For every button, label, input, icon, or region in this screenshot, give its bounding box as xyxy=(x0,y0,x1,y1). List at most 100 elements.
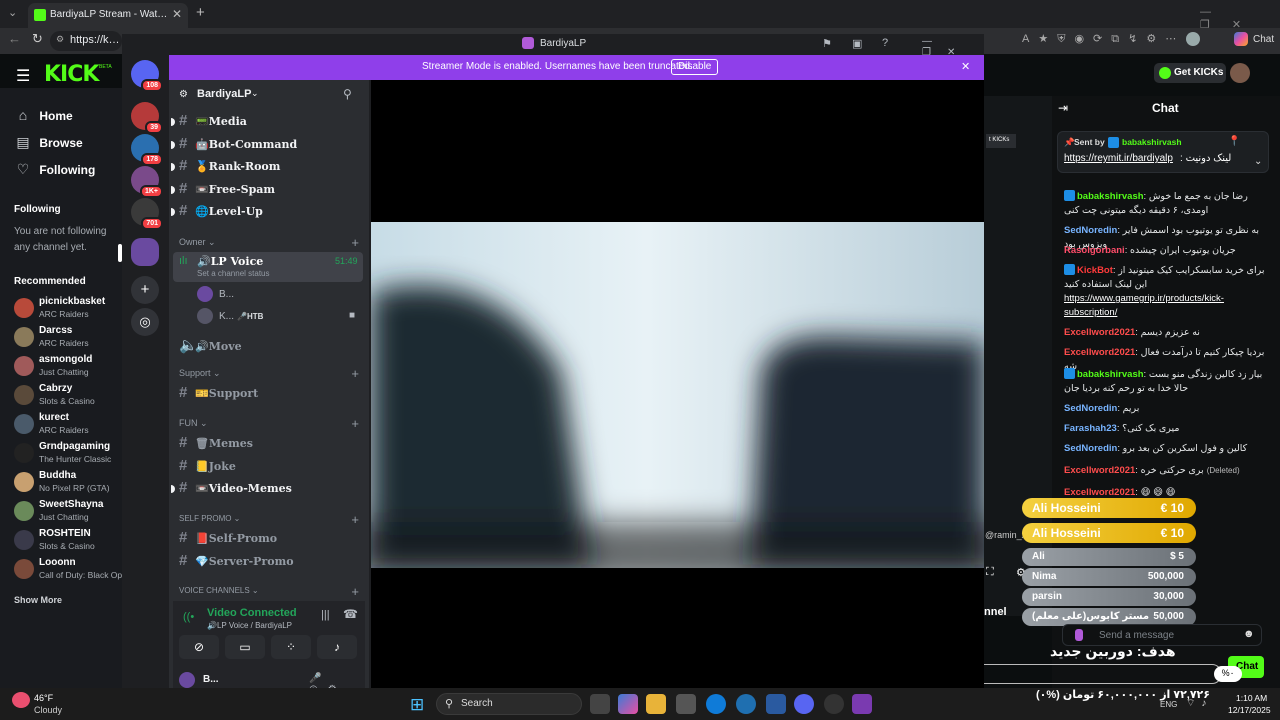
server-icon-bardiyalp[interactable] xyxy=(131,238,159,266)
add-server-icon[interactable]: + xyxy=(131,276,159,304)
recommended-channel[interactable]: Darcss ARC Raiders xyxy=(14,323,122,353)
channel-self-promo[interactable]: # 📕Self-Promo xyxy=(179,529,365,549)
category-owner[interactable]: Owner ⌄ + xyxy=(179,235,359,250)
server-icon-3[interactable]: 1K+ xyxy=(131,166,163,198)
recommended-channel[interactable]: kurect ARC Raiders xyxy=(14,410,122,440)
text-channel[interactable]: # 🏅Rank-Room xyxy=(179,157,365,177)
recommended-channel[interactable]: Looonn Call of Duty: Black Op xyxy=(14,555,122,585)
activities-icon[interactable]: ⁘ xyxy=(271,635,311,659)
weather-icon[interactable] xyxy=(12,692,30,708)
copilot-chat-label[interactable]: Chat xyxy=(1253,34,1274,45)
text-channel[interactable]: # 🗑Memes xyxy=(179,434,365,454)
emoji-icon[interactable]: ☻ xyxy=(1243,628,1255,640)
task-view-icon[interactable] xyxy=(590,694,610,714)
clock-date[interactable]: 12/17/2025 xyxy=(1228,705,1271,715)
nav-following[interactable]: ♡ Following xyxy=(14,161,114,181)
chat-username[interactable]: Excellword2021 xyxy=(1064,327,1135,338)
back-icon[interactable]: ← xyxy=(8,31,21,46)
add-channel-icon[interactable]: + xyxy=(351,512,359,527)
expand-pinned-icon[interactable]: ⌄ xyxy=(1254,156,1262,167)
text-channel[interactable]: # 📼Video-Memes xyxy=(179,479,365,499)
text-channel[interactable]: # 📼Free-Spam xyxy=(179,180,365,200)
text-channel[interactable]: # 📒Joke xyxy=(179,457,365,477)
voice-channel-move[interactable]: 🔈🔊Move xyxy=(179,336,365,356)
text-channel[interactable]: # 📟Media xyxy=(179,112,365,132)
language-indicator[interactable]: ENG xyxy=(1160,700,1177,709)
camera-off-icon[interactable]: ⊘ xyxy=(179,635,219,659)
close-banner-icon[interactable]: ✕ xyxy=(961,60,970,73)
server-icon-2[interactable]: 178 xyxy=(131,134,163,166)
text-channel[interactable]: # 🤖Bot-Command xyxy=(179,135,365,155)
r-app-icon[interactable] xyxy=(852,694,872,714)
chart-app-icon[interactable] xyxy=(766,694,786,714)
voice-user-2[interactable]: K... xyxy=(219,311,234,322)
chat-username[interactable]: babakshirvash xyxy=(1077,369,1144,380)
chat-username[interactable]: Excellword2021 xyxy=(1064,347,1135,358)
add-channel-icon[interactable]: + xyxy=(351,416,359,431)
voice-user-1[interactable]: B... xyxy=(219,289,234,300)
file-explorer-icon[interactable] xyxy=(646,694,666,714)
nav-browse[interactable]: ▤ Browse xyxy=(14,134,114,154)
add-channel-icon[interactable]: + xyxy=(351,584,359,599)
chat-username[interactable]: Farashah23 xyxy=(1064,423,1117,434)
chat-username[interactable]: babakshirvash xyxy=(1077,191,1144,202)
screen-icon[interactable]: ▣ xyxy=(852,37,862,50)
channel-support[interactable]: # 🎫Support xyxy=(179,384,365,404)
voice-channel-lp[interactable]: ılı 🔊LP Voice 51:49 Set a channel status xyxy=(173,252,363,282)
nav-home[interactable]: ⌂ Home xyxy=(14,107,114,127)
profile-avatar[interactable] xyxy=(1186,32,1200,46)
taskbar-search[interactable]: ⚲ Search xyxy=(436,693,582,715)
chat-username[interactable]: KickBot xyxy=(1077,265,1113,276)
edge-icon[interactable] xyxy=(706,694,726,714)
screen-share-video[interactable] xyxy=(351,222,1011,582)
chat-username[interactable]: SedNoredin xyxy=(1064,403,1117,414)
chat-username[interactable]: Excellword2021 xyxy=(1064,487,1135,498)
pinned-link[interactable]: https://reymit.ir/bardiyalp xyxy=(1064,153,1173,164)
recommended-channel[interactable]: ROSHTEIN Slots & Casino xyxy=(14,526,122,556)
screen-share-icon[interactable]: ▭ xyxy=(225,635,265,659)
browser-tab[interactable]: BardiyaLP Stream - Watch Live on ✕ xyxy=(28,3,188,28)
show-more-button[interactable]: Show More xyxy=(14,595,62,605)
disconnect-icon[interactable]: ☎ xyxy=(343,607,358,621)
user-avatar[interactable] xyxy=(1230,63,1250,83)
add-channel-icon[interactable]: + xyxy=(351,235,359,250)
get-kicks-button[interactable]: Get KICKs xyxy=(1154,63,1226,83)
discover-icon[interactable]: ◎ xyxy=(131,308,159,336)
soundboard-icon[interactable]: ♪ xyxy=(317,635,357,659)
reload-icon[interactable]: ↻ xyxy=(32,31,43,47)
server-icon-1[interactable]: 39 xyxy=(131,102,163,134)
connected-channel-label[interactable]: 🔊LP Voice / BardiyaLP xyxy=(207,621,292,630)
windows-start-icon[interactable]: ⊞ xyxy=(410,695,424,715)
new-tab-button[interactable]: + xyxy=(196,4,205,21)
copilot-icon[interactable] xyxy=(1234,32,1248,46)
channel-status[interactable]: Set a channel status xyxy=(197,269,270,278)
recommended-channel[interactable]: picnickbasket ARC Raiders xyxy=(14,294,122,324)
kick-logo[interactable]: KICK xyxy=(44,62,99,87)
add-member-icon[interactable]: ⚲ xyxy=(343,87,352,101)
discord-taskbar-icon[interactable] xyxy=(794,694,814,714)
recommended-channel[interactable]: SweetShayna Just Chatting xyxy=(14,497,122,527)
discord-home-icon[interactable]: 108 xyxy=(131,60,163,92)
recommended-channel[interactable]: Buddha No Pixel RP (GTA) xyxy=(14,468,122,498)
chat-username[interactable]: SedNoredin xyxy=(1064,443,1117,454)
server-name[interactable]: BardiyaLP xyxy=(197,88,251,100)
obs-icon[interactable] xyxy=(824,694,844,714)
inbox-icon[interactable]: ⚑ xyxy=(822,37,832,50)
category-fun[interactable]: FUN ⌄ + xyxy=(179,416,359,431)
chat-username[interactable]: SedNoredin xyxy=(1064,225,1117,236)
pinned-sender[interactable]: babakshirvash xyxy=(1122,137,1182,147)
noise-suppression-icon[interactable]: ||| xyxy=(321,609,330,621)
channel-server-promo[interactable]: # 💎Server-Promo xyxy=(179,552,365,572)
menu-icon[interactable]: ☰ xyxy=(16,66,30,86)
text-channel[interactable]: # 🌐Level-Up xyxy=(179,202,365,222)
store-icon[interactable] xyxy=(676,694,696,714)
clock-time[interactable]: 1:10 AM xyxy=(1236,693,1267,703)
close-tab-icon[interactable]: ✕ xyxy=(172,7,182,21)
app-icon[interactable] xyxy=(736,694,756,714)
site-info-icon[interactable]: ⚙ xyxy=(56,34,64,45)
copilot-taskbar-icon[interactable] xyxy=(618,694,638,714)
tab-list-icon[interactable]: ⌄ xyxy=(8,6,17,19)
recommended-channel[interactable]: asmongold Just Chatting xyxy=(14,352,122,382)
chat-link[interactable]: https://www.gamegrip.ir/products/kick-su… xyxy=(1064,292,1270,320)
browser-toolbar-icons[interactable]: A★⛨◉⟳⧉↯⚙⋯ xyxy=(1022,32,1185,46)
